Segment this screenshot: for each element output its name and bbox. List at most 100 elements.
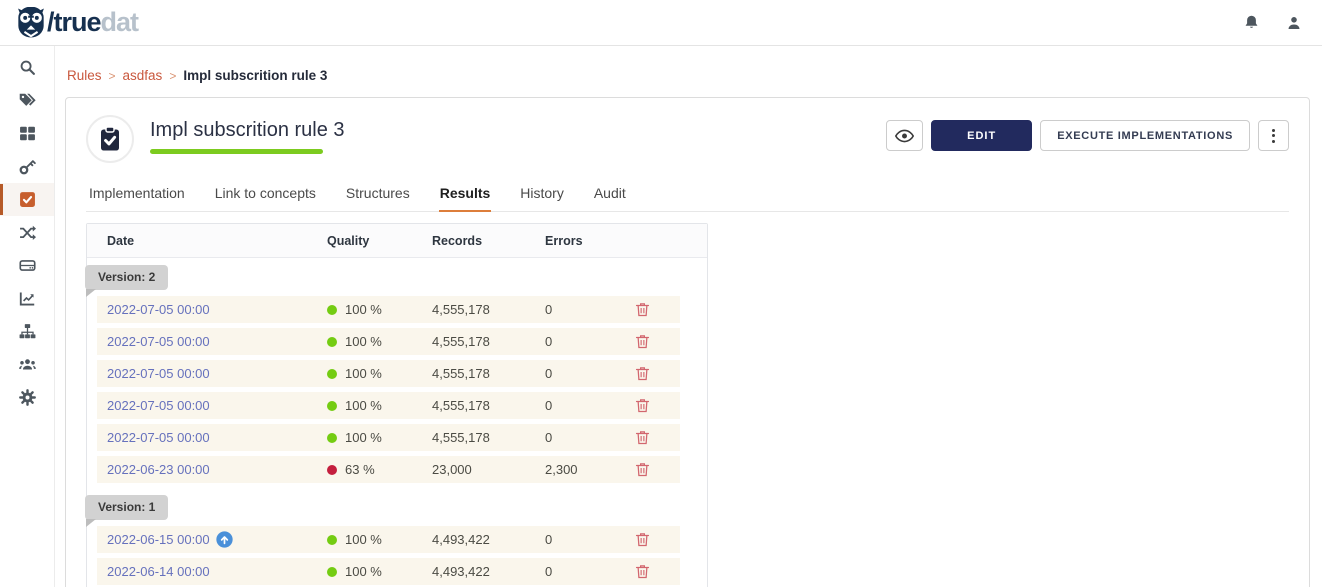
result-date-link[interactable]: 2022-06-14 00:00 xyxy=(107,564,327,579)
sitemap-icon xyxy=(19,323,36,340)
result-row: 2022-06-14 00:00100 %4,493,4220 xyxy=(97,558,680,585)
result-date-link[interactable]: 2022-06-23 00:00 xyxy=(107,462,327,477)
column-header-date: Date xyxy=(107,234,327,248)
trash-icon xyxy=(635,564,650,579)
errors-cell: 0 xyxy=(545,302,635,317)
result-row: 2022-07-05 00:00100 %4,555,1780 xyxy=(97,296,680,323)
quality-cell: 100 % xyxy=(327,398,432,413)
quality-ok-dot xyxy=(327,535,337,545)
results-table-header: Date Quality Records Errors xyxy=(87,224,707,258)
bell-icon[interactable] xyxy=(1243,14,1260,31)
records-cell: 4,493,422 xyxy=(432,532,545,547)
quality-cell: 100 % xyxy=(327,532,432,547)
sidebar-item-structures[interactable] xyxy=(0,315,54,348)
version-badge: Version: 2 xyxy=(85,265,168,290)
column-header-records: Records xyxy=(432,234,545,248)
delete-result-button[interactable] xyxy=(635,366,650,381)
breadcrumb-rule-group[interactable]: asdfas xyxy=(123,68,163,83)
tab-results[interactable]: Results xyxy=(439,179,492,212)
result-date-link[interactable]: 2022-06-15 00:00 xyxy=(107,531,327,548)
trash-icon xyxy=(635,302,650,317)
result-row: 2022-07-05 00:00100 %4,555,1780 xyxy=(97,424,680,451)
shuffle-icon xyxy=(19,224,36,241)
truedat-logo[interactable]: /truedat xyxy=(16,7,138,39)
sidebar-item-modules[interactable] xyxy=(0,117,54,150)
result-date-link[interactable]: 2022-07-05 00:00 xyxy=(107,398,327,413)
quality-progress-bar xyxy=(150,149,323,154)
sidebar-item-tags[interactable] xyxy=(0,84,54,117)
trash-icon xyxy=(635,366,650,381)
delete-result-button[interactable] xyxy=(635,462,650,477)
result-date-link[interactable]: 2022-07-05 00:00 xyxy=(107,366,327,381)
sidebar-item-lineage[interactable] xyxy=(0,216,54,249)
result-row: 2022-07-05 00:00100 %4,555,1780 xyxy=(97,392,680,419)
quality-cell: 100 % xyxy=(327,334,432,349)
delete-result-button[interactable] xyxy=(635,302,650,317)
eye-icon xyxy=(895,129,914,143)
delete-result-button[interactable] xyxy=(635,532,650,547)
delete-result-button[interactable] xyxy=(635,334,650,349)
sidebar-item-permissions[interactable] xyxy=(0,150,54,183)
view-button[interactable] xyxy=(886,120,923,151)
tab-structures[interactable]: Structures xyxy=(345,179,411,211)
tab-implementation[interactable]: Implementation xyxy=(88,179,186,211)
result-row: 2022-06-15 00:00100 %4,493,4220 xyxy=(97,526,680,553)
delete-result-button[interactable] xyxy=(635,430,650,445)
result-row: 2022-06-23 00:0063 %23,0002,300 xyxy=(97,456,680,483)
records-cell: 4,555,178 xyxy=(432,366,545,381)
delete-result-button[interactable] xyxy=(635,564,650,579)
search-icon xyxy=(19,59,36,76)
sidebar-item-users[interactable] xyxy=(0,348,54,381)
records-cell: 23,000 xyxy=(432,462,545,477)
version-group-label: Version: 2 xyxy=(87,258,707,296)
version-badge: Version: 1 xyxy=(85,495,168,520)
check-square-icon xyxy=(19,191,36,208)
gear-icon xyxy=(19,389,36,406)
wordmark-dark: true xyxy=(54,7,101,37)
tab-audit[interactable]: Audit xyxy=(593,179,627,211)
delete-result-button[interactable] xyxy=(635,398,650,413)
breadcrumb-rules[interactable]: Rules xyxy=(67,68,102,83)
quality-ok-dot xyxy=(327,305,337,315)
tab-link-to-concepts[interactable]: Link to concepts xyxy=(214,179,317,211)
column-header-quality: Quality xyxy=(327,234,432,248)
page-title: Impl subscrition rule 3 xyxy=(150,119,345,142)
errors-cell: 0 xyxy=(545,366,635,381)
user-icon[interactable] xyxy=(1286,15,1302,31)
kebab-icon xyxy=(1272,129,1275,143)
trash-icon xyxy=(635,334,650,349)
sidebar-item-settings[interactable] xyxy=(0,381,54,414)
archive-icon xyxy=(19,257,36,274)
sidebar-item-dashboards[interactable] xyxy=(0,282,54,315)
quality-cell: 100 % xyxy=(327,302,432,317)
trash-icon xyxy=(635,532,650,547)
result-date-link[interactable]: 2022-07-05 00:00 xyxy=(107,334,327,349)
trash-icon xyxy=(635,430,650,445)
result-date-link[interactable]: 2022-07-05 00:00 xyxy=(107,302,327,317)
chart-line-icon xyxy=(19,290,36,307)
errors-cell: 0 xyxy=(545,334,635,349)
edit-button[interactable]: EDIT xyxy=(931,120,1032,151)
result-date-link[interactable]: 2022-07-05 00:00 xyxy=(107,430,327,445)
column-header-errors: Errors xyxy=(545,234,635,248)
wordmark: /truedat xyxy=(47,9,138,36)
more-actions-button[interactable] xyxy=(1258,120,1289,151)
errors-cell: 0 xyxy=(545,564,635,579)
breadcrumb: Rules>asdfas>Impl subscrition rule 3 xyxy=(67,68,1310,83)
top-bar: /truedat xyxy=(0,0,1322,46)
upload-circle-icon[interactable] xyxy=(216,531,233,548)
tags-icon xyxy=(19,92,36,109)
tab-bar: Implementation Link to concepts Structures… xyxy=(86,179,1289,212)
tab-history[interactable]: History xyxy=(519,179,565,211)
quality-cell: 100 % xyxy=(327,366,432,381)
trash-icon xyxy=(635,398,650,413)
execute-implementations-button[interactable]: EXECUTE IMPLEMENTATIONS xyxy=(1040,120,1250,151)
sidebar-item-sources[interactable] xyxy=(0,249,54,282)
sidebar-item-search[interactable] xyxy=(0,51,54,84)
quality-error-dot xyxy=(327,465,337,475)
sidebar-item-quality[interactable] xyxy=(0,183,54,216)
quality-cell: 63 % xyxy=(327,462,432,477)
users-icon xyxy=(19,356,36,373)
result-row: 2022-07-05 00:00100 %4,555,1780 xyxy=(97,360,680,387)
breadcrumb-separator: > xyxy=(169,69,176,83)
